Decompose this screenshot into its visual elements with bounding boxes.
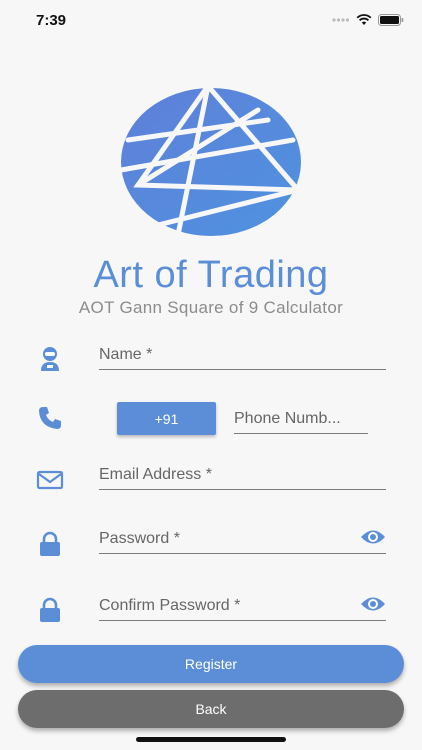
confirm-password-field[interactable] bbox=[99, 591, 386, 621]
password-field[interactable] bbox=[99, 524, 386, 554]
app-logo bbox=[118, 81, 304, 238]
wifi-icon bbox=[356, 14, 372, 25]
status-icons bbox=[332, 14, 404, 26]
status-bar: 7:39 bbox=[0, 0, 422, 44]
lock-icon bbox=[40, 597, 60, 622]
app-title: Art of Trading bbox=[93, 254, 329, 296]
email-icon bbox=[36, 470, 64, 490]
home-indicator bbox=[136, 737, 286, 742]
phone-field[interactable] bbox=[234, 404, 368, 434]
battery-icon bbox=[378, 14, 404, 26]
back-button[interactable]: Back bbox=[18, 690, 404, 728]
name-input[interactable] bbox=[99, 345, 386, 364]
register-button[interactable]: Register bbox=[18, 645, 404, 683]
password-input[interactable] bbox=[99, 529, 386, 548]
phone-icon bbox=[39, 407, 61, 429]
email-input[interactable] bbox=[99, 465, 386, 484]
country-code-button[interactable]: +91 bbox=[117, 402, 216, 435]
name-field[interactable] bbox=[99, 340, 386, 370]
user-icon bbox=[41, 347, 59, 371]
eye-icon[interactable] bbox=[360, 528, 386, 546]
lock-icon bbox=[40, 531, 60, 556]
email-field[interactable] bbox=[99, 460, 386, 490]
eye-icon[interactable] bbox=[360, 595, 386, 613]
app-subtitle: AOT Gann Square of 9 Calculator bbox=[78, 298, 344, 317]
signal-icon bbox=[332, 18, 350, 22]
confirm-password-input[interactable] bbox=[99, 596, 386, 615]
status-time: 7:39 bbox=[36, 12, 67, 29]
phone-input[interactable] bbox=[234, 409, 368, 428]
